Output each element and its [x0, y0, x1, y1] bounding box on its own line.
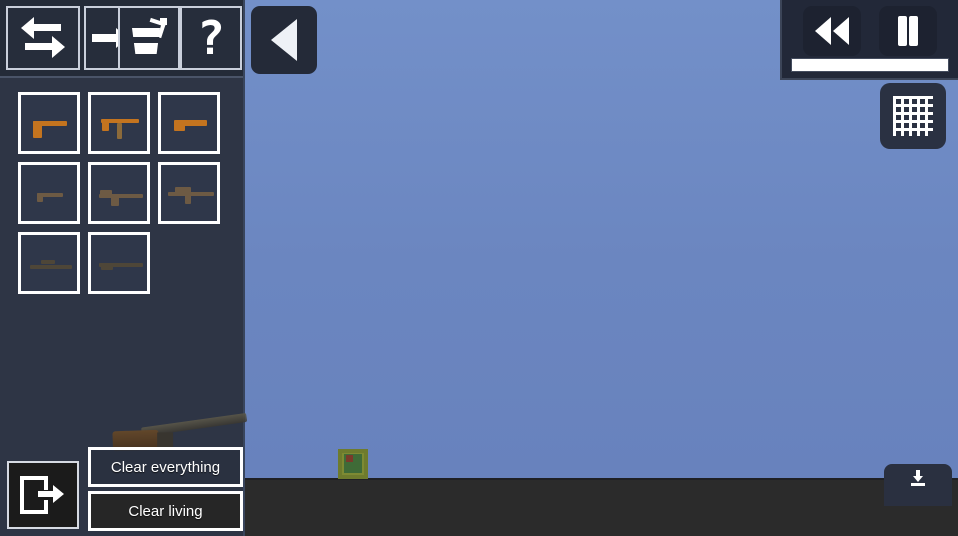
playback-panel — [780, 0, 958, 80]
rewind-button[interactable] — [803, 6, 861, 56]
inventory-row — [18, 92, 234, 154]
arrow-right-icon — [92, 28, 118, 48]
inventory-slot-revolver[interactable] — [18, 162, 80, 224]
sniper-rifle-icon — [21, 235, 77, 291]
game-screen: ? Clear everything Clear living — [0, 0, 958, 536]
left-sidebar: ? Clear everything Clear living — [0, 0, 248, 536]
weapon-inventory-grid — [18, 92, 234, 302]
rifle-icon — [91, 235, 147, 291]
timeline-scrubber[interactable] — [791, 58, 949, 72]
inventory-slot-sawed-off[interactable] — [158, 92, 220, 154]
crate-inner — [344, 454, 362, 473]
pause-icon-left — [898, 16, 907, 46]
triangle-left-icon — [271, 19, 297, 61]
top-toolbar: ? — [0, 0, 243, 78]
grid-toggle-button[interactable] — [880, 83, 946, 149]
inventory-slot-rifle[interactable] — [88, 232, 150, 294]
clear-everything-button[interactable]: Clear everything — [88, 447, 243, 487]
smg-icon — [91, 95, 147, 151]
clear-living-button[interactable]: Clear living — [88, 491, 243, 531]
inventory-slot-machine-gun[interactable] — [158, 162, 220, 224]
move-tool-button[interactable] — [84, 6, 120, 70]
pistol-icon — [21, 95, 77, 151]
paint-tool-button[interactable] — [118, 6, 180, 70]
paint-bucket-icon — [130, 17, 168, 58]
inventory-slot-pistol[interactable] — [18, 92, 80, 154]
swap-arrows-icon — [21, 17, 65, 58]
clear-actions: Clear everything Clear living — [88, 447, 243, 531]
download-button[interactable] — [884, 464, 952, 506]
download-icon — [911, 470, 925, 486]
grid-icon — [893, 96, 933, 136]
rewind-icon — [815, 17, 831, 45]
rewind-icon-second — [833, 17, 849, 45]
clear-living-label: Clear living — [128, 502, 203, 520]
pause-icon-right — [909, 16, 918, 46]
inventory-row — [18, 162, 234, 224]
inventory-slot-sniper-rifle[interactable] — [18, 232, 80, 294]
clear-everything-label: Clear everything — [110, 458, 221, 476]
inventory-slot-assault-rifle[interactable] — [88, 162, 150, 224]
inventory-slot-smg[interactable] — [88, 92, 150, 154]
revolver-icon — [21, 165, 77, 221]
scene-green-crate[interactable] — [338, 449, 368, 479]
pause-button[interactable] — [879, 6, 937, 56]
swap-tool-button[interactable] — [6, 6, 80, 70]
timeline-progress-fill — [792, 59, 948, 71]
sawed-off-shotgun-icon — [161, 95, 217, 151]
help-tool-button[interactable]: ? — [180, 6, 242, 70]
inventory-row — [18, 232, 234, 294]
collapse-sidebar-button[interactable] — [251, 6, 317, 74]
exit-door-icon — [20, 476, 66, 514]
machine-gun-icon — [161, 165, 217, 221]
assault-rifle-icon — [91, 165, 147, 221]
exit-button[interactable] — [7, 461, 79, 529]
question-mark-icon: ? — [197, 11, 225, 65]
